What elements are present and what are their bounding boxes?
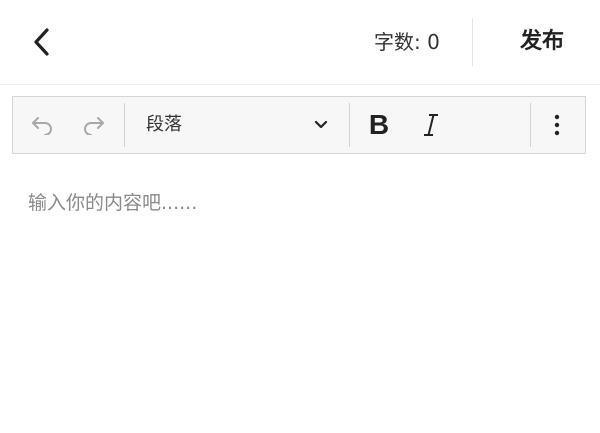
toolbar-divider [124,103,125,147]
toolbar-divider [530,103,531,147]
undo-icon [32,117,52,135]
chevron-down-icon [314,120,328,129]
app-header: 字数: 0 发布 [0,0,600,85]
header-divider [472,18,473,66]
publish-button[interactable]: 发布 [520,27,564,57]
more-vertical-icon [554,114,560,136]
redo-icon [84,117,104,135]
toolbar-divider [349,103,350,147]
bold-button[interactable]: B [359,107,399,143]
paragraph-select-label: 段落 [146,114,182,135]
undo-button[interactable] [23,107,63,143]
word-count: 字数: 0 [374,30,440,54]
editor-content-area[interactable]: 输入你的内容吧...... [0,160,600,433]
italic-icon [424,114,438,136]
redo-button[interactable] [73,107,113,143]
editor-placeholder: 输入你的内容吧...... [28,192,198,214]
paragraph-dropdown-toggle[interactable] [307,111,335,139]
back-button[interactable] [22,22,62,62]
italic-button[interactable] [411,107,451,143]
bold-icon: B [368,109,390,140]
editor-toolbar: 段落 B [12,96,586,154]
back-arrow-icon [34,28,49,56]
more-options-button[interactable] [539,107,575,143]
